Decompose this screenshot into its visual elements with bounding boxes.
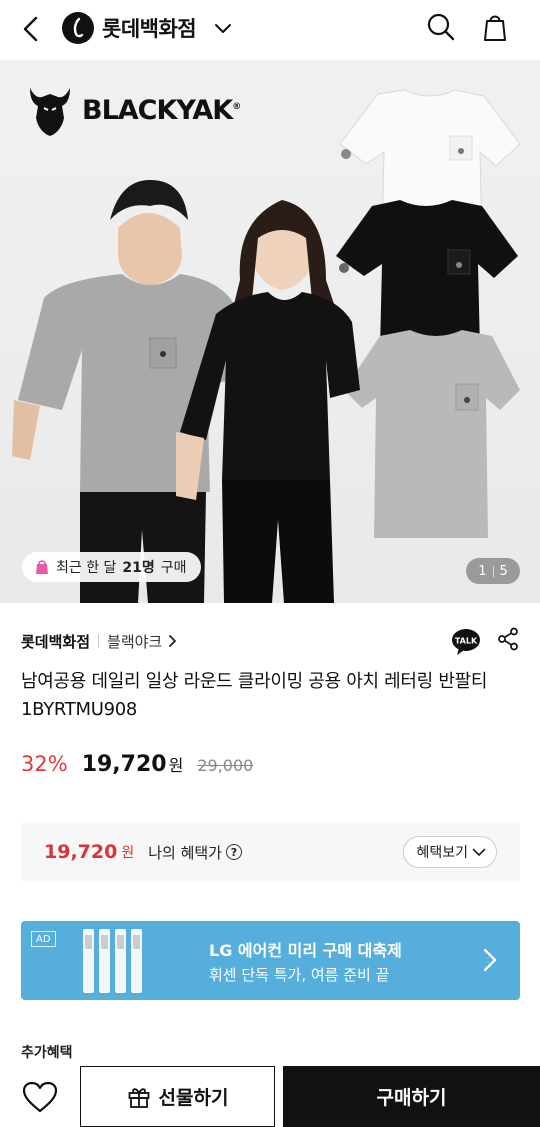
product-image-carousel[interactable]: BLACKYAK® 최근 한 달 21명 구매 1 5 bbox=[0, 60, 540, 603]
discount-rate: 32% bbox=[21, 752, 68, 776]
ad-banner[interactable]: AD LG 에어컨 미리 구매 대축제 휘센 단독 특가, 여름 준비 끝 bbox=[21, 921, 520, 1000]
heart-icon bbox=[22, 1081, 58, 1112]
wishlist-button[interactable] bbox=[0, 1066, 80, 1127]
shopping-bag-pink-icon bbox=[36, 560, 48, 574]
brand-link[interactable]: 블랙야크 bbox=[107, 631, 177, 652]
gift-button[interactable]: 선물하기 bbox=[80, 1066, 275, 1127]
my-benefit-price-box: 19,720 원 나의 혜택가 ? 혜택보기 bbox=[21, 822, 520, 882]
search-button[interactable] bbox=[424, 10, 458, 44]
view-benefits-button[interactable]: 혜택보기 bbox=[403, 836, 497, 868]
ad-tag: AD bbox=[31, 931, 56, 947]
ad-subtitle: 휘센 단독 특가, 여름 준비 끝 bbox=[209, 966, 390, 984]
benefit-price: 19,720 bbox=[44, 841, 118, 863]
share-icon bbox=[498, 627, 518, 651]
image-pager: 15 bbox=[466, 558, 520, 584]
extra-benefit-heading: 추가혜택 bbox=[21, 1045, 73, 1061]
lotte-logo-icon bbox=[62, 12, 94, 44]
price-row: 32% 19,720 원 29,000 bbox=[21, 752, 253, 777]
talk-icon: TALK bbox=[452, 629, 480, 655]
original-price: 29,000 bbox=[197, 756, 254, 775]
product-title: 남여공용 데일리 일상 라운드 클라이밍 공용 아치 레터링 반팔티 1BYRT… bbox=[21, 671, 488, 720]
sale-price: 19,720 원 bbox=[81, 752, 184, 777]
store-name: 롯데백화점 bbox=[102, 17, 197, 41]
benefit-price-unit: 원 bbox=[121, 845, 135, 861]
store-selector[interactable]: 롯데백화점 bbox=[62, 10, 232, 46]
chevron-down-icon bbox=[214, 22, 232, 34]
grey-tshirt bbox=[344, 330, 520, 538]
buy-now-button[interactable]: 구매하기 bbox=[283, 1066, 540, 1127]
seller-name[interactable]: 롯데백화점 bbox=[21, 631, 90, 652]
share-button[interactable] bbox=[497, 627, 519, 655]
cart-button[interactable] bbox=[478, 10, 512, 44]
divider bbox=[98, 634, 100, 648]
shopping-bag-icon bbox=[484, 15, 506, 41]
bottom-action-bar: 선물하기 구매하기 bbox=[0, 1066, 540, 1127]
top-header: 롯데백화점 bbox=[0, 0, 540, 58]
kakao-talk-button[interactable]: TALK bbox=[451, 628, 481, 655]
search-icon bbox=[427, 13, 455, 41]
chevron-right-icon bbox=[483, 948, 497, 972]
back-button[interactable] bbox=[14, 12, 48, 46]
chevron-right-icon bbox=[169, 635, 177, 647]
product-photo bbox=[12, 89, 521, 603]
svg-text:TALK: TALK bbox=[455, 637, 478, 646]
ad-product-image bbox=[83, 929, 142, 993]
benefit-label: 나의 혜택가 ? bbox=[148, 842, 242, 863]
chevron-left-icon bbox=[23, 16, 38, 42]
chevron-down-icon bbox=[472, 848, 486, 856]
ad-title: LG 에어컨 미리 구매 대축제 bbox=[209, 941, 402, 960]
help-icon[interactable]: ? bbox=[226, 844, 242, 860]
gift-icon bbox=[128, 1087, 149, 1108]
recent-purchase-badge: 최근 한 달 21명 구매 bbox=[22, 552, 201, 582]
black-tshirt bbox=[336, 200, 518, 350]
seller-row: 롯데백화점 블랙야크 TALK bbox=[21, 627, 519, 655]
